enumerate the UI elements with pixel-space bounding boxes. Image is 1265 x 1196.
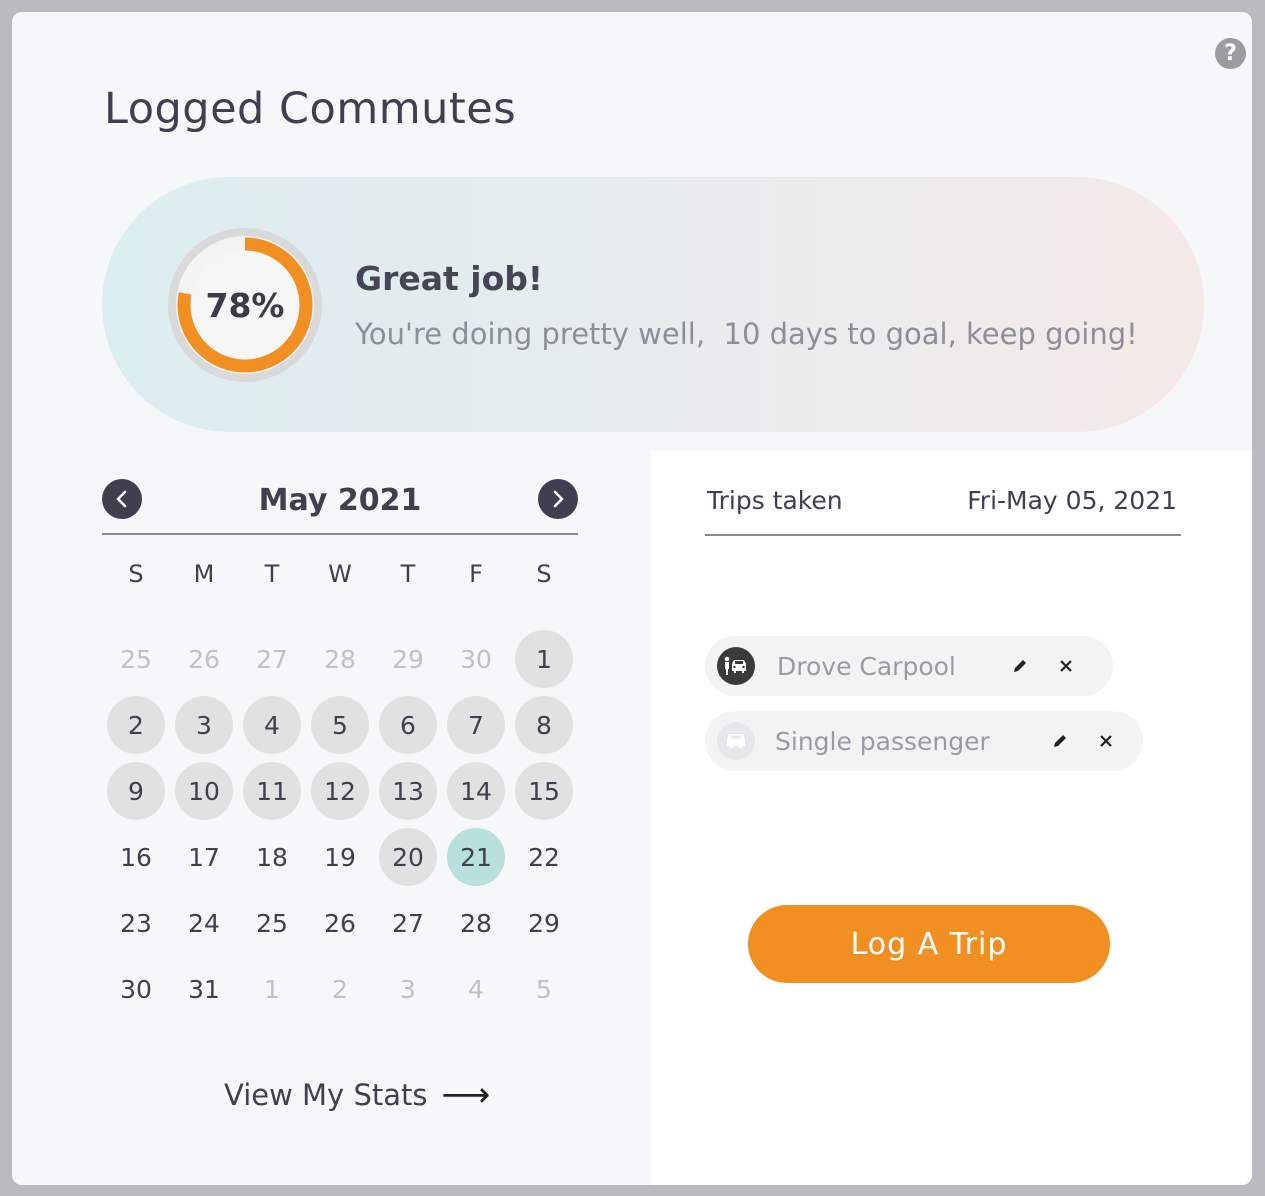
calendar-day[interactable]: 27 [379, 894, 437, 952]
calendar-day[interactable]: 22 [515, 828, 573, 886]
chevron-left-icon[interactable] [102, 479, 142, 519]
calendar-day[interactable]: 25 [243, 894, 301, 952]
calendar-day[interactable]: 15 [515, 762, 573, 820]
calendar-day[interactable]: 16 [107, 828, 165, 886]
calendar-grid: S M T W T F S 25 26 27 28 29 30 1 2 3 4 5 6 7 8 9 10 11 12 13 14 15… [102, 560, 578, 1022]
calendar-day[interactable]: 7 [447, 696, 505, 754]
calendar-day[interactable]: 1 [243, 960, 301, 1018]
calendar-day[interactable]: 6 [379, 696, 437, 754]
calendar-day[interactable]: 9 [107, 762, 165, 820]
progress-banner: 78% Great job! You're doing pretty well,… [102, 177, 1204, 432]
progress-headline: Great job! [355, 259, 543, 298]
carpool-icon [717, 647, 755, 685]
calendar-day[interactable]: 12 [311, 762, 369, 820]
progress-message: You're doing pretty well, 10 days to goa… [355, 317, 1138, 351]
trips-panel: Trips taken Fri-May 05, 2021 Drove Carpo… [651, 451, 1252, 1185]
calendar-day[interactable]: 3 [175, 696, 233, 754]
trips-label: Trips taken [707, 486, 843, 515]
calendar-day[interactable]: 13 [379, 762, 437, 820]
question-icon[interactable]: ? [1215, 38, 1246, 69]
weekday-label: M [193, 560, 215, 588]
log-trip-button[interactable]: Log A Trip [748, 905, 1110, 983]
progress-percent: 78% [205, 285, 285, 325]
trip-item-carpool[interactable]: Drove Carpool [705, 636, 1113, 696]
calendar-day[interactable]: 8 [515, 696, 573, 754]
chevron-right-icon[interactable] [538, 479, 578, 519]
calendar-day[interactable]: 20 [379, 828, 437, 886]
calendar-day[interactable]: 28 [447, 894, 505, 952]
pencil-icon[interactable] [1045, 726, 1075, 756]
calendar-header: May 2021 [102, 477, 578, 535]
calendar-day[interactable]: 26 [175, 630, 233, 688]
calendar-day-selected[interactable]: 21 [447, 828, 505, 886]
weekday-label: W [328, 560, 352, 588]
calendar-day[interactable]: 14 [447, 762, 505, 820]
calendar-day[interactable]: 28 [311, 630, 369, 688]
calendar-day[interactable]: 2 [107, 696, 165, 754]
weekday-label: S [536, 560, 552, 588]
close-icon[interactable] [1091, 726, 1121, 756]
view-stats-link[interactable]: View My Stats ⟶ [224, 1078, 490, 1112]
progress-ring: 78% [159, 219, 331, 391]
calendar-day[interactable]: 10 [175, 762, 233, 820]
pencil-icon[interactable] [1005, 651, 1035, 681]
trips-header: Trips taken Fri-May 05, 2021 [705, 486, 1181, 536]
calendar-day[interactable]: 30 [447, 630, 505, 688]
close-icon[interactable] [1051, 651, 1081, 681]
view-stats-label: View My Stats [224, 1078, 428, 1112]
calendar-day[interactable]: 1 [515, 630, 573, 688]
calendar-day[interactable]: 18 [243, 828, 301, 886]
calendar-day[interactable]: 2 [311, 960, 369, 1018]
calendar-day[interactable]: 29 [379, 630, 437, 688]
trips-date: Fri-May 05, 2021 [967, 486, 1177, 515]
calendar-day[interactable]: 27 [243, 630, 301, 688]
calendar-day[interactable]: 5 [311, 696, 369, 754]
page-title: Logged Commutes [104, 84, 517, 134]
calendar-day[interactable]: 19 [311, 828, 369, 886]
calendar-day[interactable]: 5 [515, 960, 573, 1018]
weekday-label: T [264, 560, 280, 588]
calendar-day[interactable]: 3 [379, 960, 437, 1018]
calendar-day[interactable]: 29 [515, 894, 573, 952]
trip-item-single[interactable]: Single passenger [705, 711, 1143, 771]
calendar-day[interactable]: 26 [311, 894, 369, 952]
calendar-day[interactable]: 23 [107, 894, 165, 952]
commutes-card: ? Logged Commutes 78% Great job! You're … [12, 12, 1252, 1185]
trip-label: Drove Carpool [777, 651, 956, 681]
car-icon [717, 722, 755, 760]
calendar-day[interactable]: 25 [107, 630, 165, 688]
calendar-day[interactable]: 11 [243, 762, 301, 820]
calendar-day[interactable]: 4 [447, 960, 505, 1018]
arrow-right-icon: ⟶ [441, 1075, 491, 1115]
weekday-label: T [400, 560, 416, 588]
calendar-day[interactable]: 24 [175, 894, 233, 952]
trip-label: Single passenger [775, 726, 990, 756]
calendar-day[interactable]: 30 [107, 960, 165, 1018]
calendar-day[interactable]: 4 [243, 696, 301, 754]
weekday-label: F [469, 560, 483, 588]
calendar: May 2021 S M T W T F S 25 26 27 28 29 30 1 2 3 4 5 6 7 8 9 10 1… [92, 477, 580, 1004]
month-label: May 2021 [258, 483, 422, 518]
calendar-day[interactable]: 31 [175, 960, 233, 1018]
calendar-day[interactable]: 17 [175, 828, 233, 886]
weekday-label: S [128, 560, 144, 588]
